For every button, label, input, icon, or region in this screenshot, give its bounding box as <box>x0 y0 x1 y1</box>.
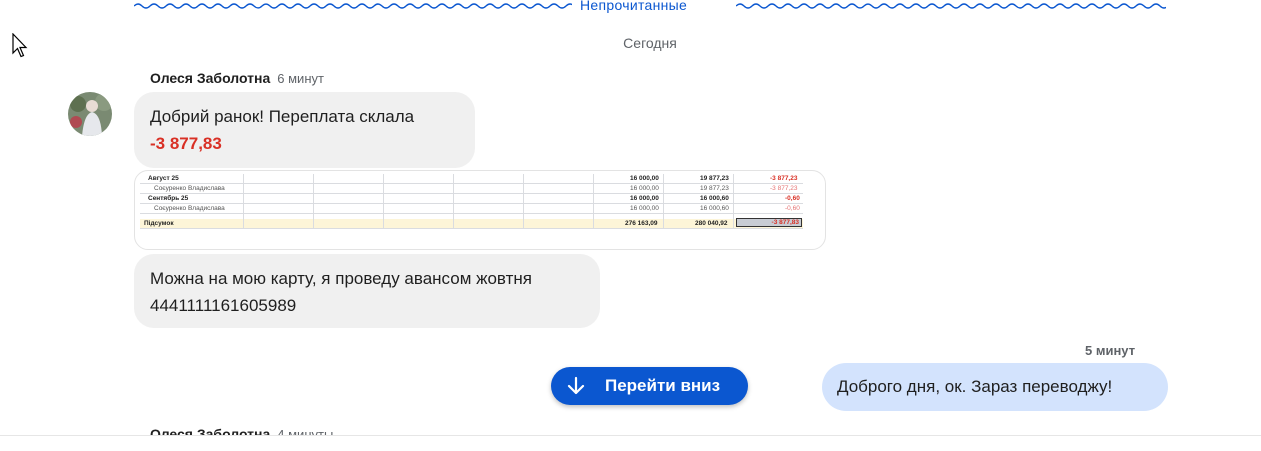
date-separator: Сегодня <box>623 35 677 51</box>
image-attachment[interactable]: Август 25 16 000,00 19 877,23 -3 877,23 … <box>134 170 826 250</box>
sheet-total-row: Підсумок 276 163,09 280 040,92 -3 877,83 <box>140 218 803 229</box>
message-text: Можна на мою карту, я проведу авансом жо… <box>150 269 532 288</box>
jump-to-bottom-label: Перейти вниз <box>605 376 721 395</box>
unread-divider-label: Непрочитанные <box>580 0 688 13</box>
sheet-row: Соєуренко Владислава 16 000,00 16 000,60… <box>140 204 803 214</box>
message-sender-row: Олеся Заболотна 6 минут <box>150 70 324 86</box>
overpayment-amount: -3 877,83 <box>150 134 222 153</box>
outgoing-message-text: Доброго дня, ок. Зараз переводжу! <box>837 377 1113 396</box>
outgoing-message-time: 5 минут <box>1085 343 1136 358</box>
sheet-row: Август 25 16 000,00 19 877,23 -3 877,23 <box>140 174 803 184</box>
unread-divider-line-left <box>134 3 572 9</box>
card-number: 4441111161605989 <box>150 296 297 315</box>
unread-divider-line-right <box>736 3 1166 9</box>
sender-name: Олеся Заболотна <box>150 70 271 86</box>
spreadsheet-preview: Август 25 16 000,00 19 877,23 -3 877,23 … <box>140 174 803 231</box>
sheet-row: Сентябрь 25 16 000,00 16 000,60 -0,60 <box>140 194 803 204</box>
arrow-down-icon <box>567 376 585 395</box>
message-text: Добрий ранок! Переплата склала <box>150 107 415 126</box>
composer-area <box>0 435 1261 451</box>
jump-to-bottom-button[interactable]: Перейти вниз <box>551 367 748 405</box>
avatar-photo-icon <box>68 92 112 136</box>
message-time: 6 минут <box>277 71 324 86</box>
message-bubble[interactable]: Добрий ранок! Переплата склала -3 877,83 <box>134 92 475 168</box>
sheet-row: Соєуренко Владислава 16 000,00 19 877,23… <box>140 184 803 194</box>
avatar[interactable] <box>68 92 112 136</box>
message-bubble[interactable]: Можна на мою карту, я проведу авансом жо… <box>134 254 600 328</box>
outgoing-message-bubble[interactable]: Доброго дня, ок. Зараз переводжу! <box>822 363 1168 411</box>
